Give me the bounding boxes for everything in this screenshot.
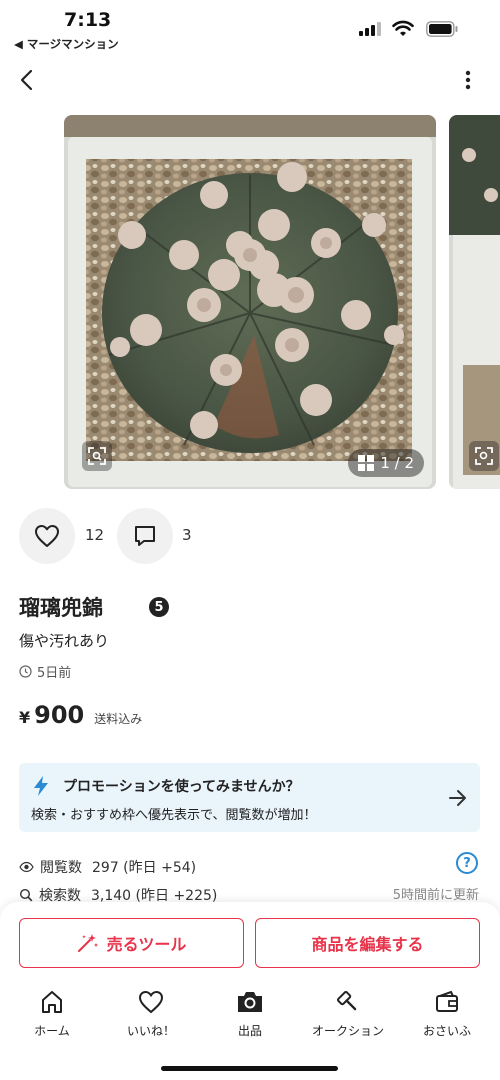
photo-carousel[interactable]: 1 / 2	[0, 115, 500, 489]
home-icon	[42, 991, 62, 1013]
sell-tool-button[interactable]: 売るツール	[19, 918, 244, 968]
tab-bar: ホーム いいね！ 出品 オークション おさいふ	[0, 986, 500, 1046]
heart-icon	[138, 990, 164, 1014]
eye-icon	[19, 861, 34, 873]
more-vertical-icon	[465, 70, 471, 90]
promotion-title: プロモーションを使ってみませんか？	[63, 779, 300, 795]
image-search-button-next[interactable]	[469, 441, 499, 471]
next-photo-image	[449, 115, 500, 489]
tab-wallet[interactable]: おさいふ	[397, 986, 497, 1046]
tab-sell-label: 出品	[237, 1024, 262, 1038]
back-to-app-link[interactable]: ◀ マージマンション	[14, 36, 119, 52]
battery-icon	[426, 21, 458, 37]
promotion-subtitle: 検索・おすすめ枠へ優先表示で、閲覧数が増加！	[31, 808, 317, 823]
sell-tool-label: 売るツール	[106, 935, 187, 954]
lightning-icon	[34, 776, 48, 796]
views-stat: 閲覧数 297 (昨日 +54)	[19, 857, 196, 877]
condition-badge: 5	[149, 597, 169, 617]
tab-home-label: ホーム	[34, 1024, 70, 1038]
edit-item-label: 商品を編集する	[311, 935, 424, 954]
comment-button[interactable]	[117, 508, 173, 564]
chevron-left-icon	[20, 69, 33, 91]
updated-time: 5時間前に更新	[392, 888, 479, 903]
help-button[interactable]: ?	[456, 852, 478, 874]
posted-time: 5日前	[19, 662, 71, 681]
home-indicator	[161, 1066, 338, 1071]
tab-likes-label: いいね！	[126, 1024, 175, 1038]
comment-icon	[135, 526, 155, 546]
wifi-icon	[392, 20, 414, 36]
search-icon	[19, 888, 33, 902]
edit-item-button[interactable]: 商品を編集する	[255, 918, 480, 968]
status-bar: 7:13 ◀ マージマンション	[0, 0, 500, 56]
photo-counter-text: 1 / 2	[380, 454, 414, 472]
image-search-button[interactable]	[82, 441, 112, 471]
photo-counter: 1 / 2	[348, 449, 424, 477]
wallet-icon	[436, 990, 458, 1012]
magic-wand-icon	[77, 934, 98, 952]
arrow-right-icon	[449, 790, 466, 806]
tab-wallet-label: おさいふ	[422, 1024, 471, 1038]
promotion-banner[interactable]: プロモーションを使ってみませんか？ 検索・おすすめ枠へ優先表示で、閲覧数が増加！	[19, 763, 480, 832]
heart-icon	[35, 525, 59, 547]
next-product-photo[interactable]	[449, 115, 500, 489]
tab-auction[interactable]: オークション	[298, 986, 398, 1046]
shipping-note: 送料込み	[94, 712, 143, 726]
scan-icon	[475, 447, 493, 465]
tab-home[interactable]: ホーム	[2, 986, 102, 1046]
comment-count: 3	[182, 526, 192, 544]
bottom-bar: 売るツール 商品を編集する ホーム いいね！ 出品 オークション おさいふ	[0, 902, 500, 1080]
more-options-button[interactable]	[456, 66, 480, 94]
item-condition: 傷や汚れあり	[19, 632, 110, 650]
grid-icon	[358, 455, 375, 471]
clock-icon	[19, 665, 32, 678]
camera-icon	[238, 992, 262, 1012]
cactus-photo-image	[64, 115, 436, 489]
tab-auction-label: オークション	[311, 1024, 384, 1038]
price-value: 900	[34, 701, 85, 729]
views-value: 297 (昨日 +54)	[92, 860, 197, 876]
signal-icon	[359, 22, 383, 36]
posted-time-text: 5日前	[37, 666, 72, 681]
like-count: 12	[85, 526, 105, 544]
item-title: 瑠璃兜錦	[19, 596, 103, 620]
price: ¥ 900 送料込み	[19, 701, 142, 729]
back-button[interactable]	[12, 66, 40, 94]
tab-likes[interactable]: いいね！	[101, 986, 201, 1046]
like-button[interactable]	[19, 508, 75, 564]
views-label: 閲覧数	[40, 860, 82, 876]
gavel-icon	[337, 991, 357, 1011]
scan-icon	[88, 447, 106, 465]
tab-sell[interactable]: 出品	[200, 986, 300, 1046]
product-photo[interactable]: 1 / 2	[64, 115, 436, 489]
clock: 7:13	[64, 9, 112, 31]
currency-symbol: ¥	[19, 708, 31, 727]
